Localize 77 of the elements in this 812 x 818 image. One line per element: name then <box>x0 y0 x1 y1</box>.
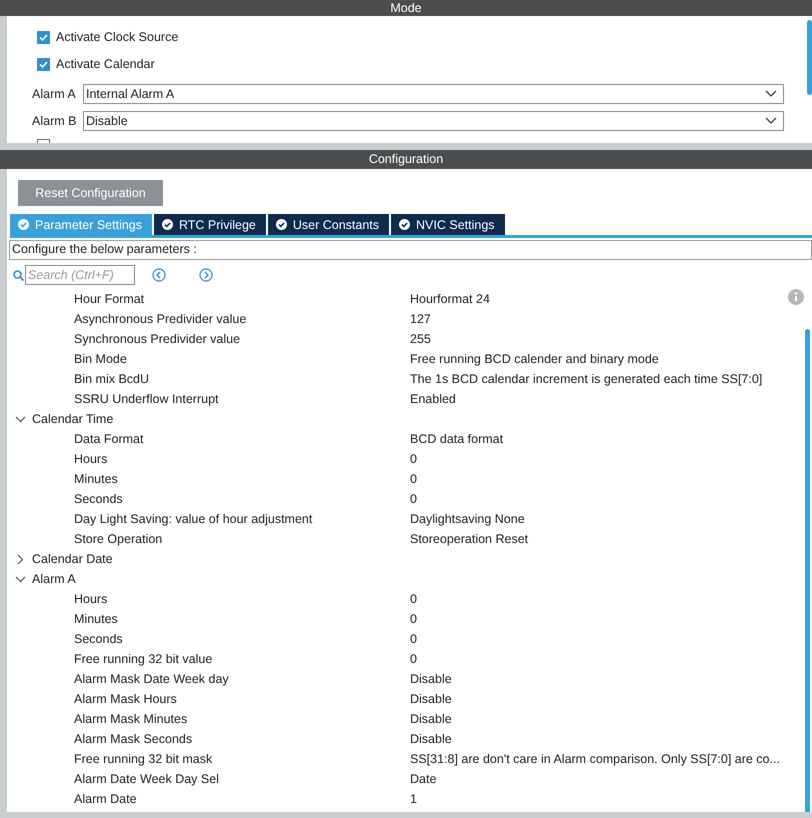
parameter-name: Alarm Mask Seconds <box>73 732 194 746</box>
tab[interactable]: RTC Privilege <box>154 214 266 235</box>
group-label[interactable]: Alarm A <box>32 572 76 586</box>
parameter-value[interactable]: 0 <box>410 632 417 646</box>
checkbox-label: Activate Calendar <box>56 57 155 71</box>
scrollbar-thumb[interactable] <box>807 20 812 95</box>
tab[interactable]: User Constants <box>268 214 390 235</box>
parameter-value[interactable]: SS[31:8] are don't care in Alarm comparison. Only SS[7:0] are co... <box>410 752 780 766</box>
parameter-value[interactable]: 0 <box>410 492 417 506</box>
field-label: Alarm B <box>32 114 78 128</box>
parameter-name: SSRU Underflow Interrupt <box>73 392 220 406</box>
parameter-name: Minutes <box>73 472 119 486</box>
parameter-value[interactable]: Enabled <box>410 392 456 406</box>
chevron-down-icon <box>765 117 777 125</box>
checkbox[interactable] <box>37 58 50 70</box>
parameter-value[interactable]: 255 <box>410 332 431 346</box>
check-circle-icon <box>18 219 29 230</box>
parameter-name: Hour Format <box>73 292 146 306</box>
parameter-name: Alarm Date Week Day Sel <box>73 772 220 786</box>
chevron-down-icon <box>765 90 777 98</box>
search-field[interactable]: Search (Ctrl+F) <box>25 265 135 285</box>
parameter-name: Alarm Mask Minutes <box>73 712 188 726</box>
parameter-value[interactable]: BCD data format <box>410 432 504 446</box>
parameter-value[interactable]: 0 <box>410 612 417 626</box>
parameter-value[interactable]: Free running BCD calender and binary mode <box>410 352 659 366</box>
parameter-value[interactable]: Disable <box>410 732 452 746</box>
parameter-value[interactable]: Disable <box>410 672 452 686</box>
parameter-value[interactable]: 0 <box>410 652 417 666</box>
chevron-down-icon[interactable] <box>15 576 26 582</box>
parameter-name: Seconds <box>73 492 124 506</box>
parameter-value[interactable]: 0 <box>410 452 417 466</box>
parameter-name: Day Light Saving: value of hour adjustment <box>73 512 314 526</box>
parameter-value[interactable]: 0 <box>410 592 417 606</box>
chevron-right-icon[interactable] <box>15 554 26 564</box>
search-icon <box>13 270 24 280</box>
parameter-name: Synchronous Predivider value <box>73 332 242 346</box>
parameter-name: Hours <box>73 452 108 466</box>
parameter-value[interactable]: Daylightsaving None <box>410 512 525 526</box>
parameter-name: Free running 32 bit value <box>73 652 214 666</box>
parameter-name: Seconds <box>73 632 124 646</box>
check-circle-icon <box>399 219 410 230</box>
mode-header: Mode <box>0 0 812 16</box>
group-label[interactable]: Calendar Date <box>32 552 113 566</box>
parameter-name: Free running 32 bit mask <box>73 752 214 766</box>
tab[interactable]: NVIC Settings <box>391 214 505 235</box>
chevron-down-icon[interactable] <box>15 416 26 422</box>
parameter-value[interactable]: 1 <box>410 792 417 806</box>
instruction-text: Configure the below parameters : <box>9 240 812 260</box>
parameter-name: Store Operation <box>73 532 164 546</box>
parameter-value[interactable]: Storeoperation Reset <box>410 532 528 546</box>
check-circle-icon <box>162 219 173 230</box>
parameter-value[interactable]: Date <box>410 772 436 786</box>
parameter-name: Minutes <box>73 612 119 626</box>
check-circle-icon <box>276 219 287 230</box>
checkbox[interactable] <box>37 30 50 44</box>
parameter-value[interactable]: 127 <box>410 312 431 326</box>
info-icon[interactable] <box>788 289 804 305</box>
dropdown[interactable]: Disable <box>83 111 784 131</box>
scrollbar-thumb[interactable] <box>805 329 810 812</box>
parameter-name: Alarm Mask Hours <box>73 692 178 706</box>
parameter-name: Bin mix BcdU <box>73 372 150 386</box>
parameter-name: Data Format <box>73 432 144 446</box>
parameter-value[interactable]: Disable <box>410 712 452 726</box>
checkbox-label: Activate Clock Source <box>56 30 178 44</box>
parameter-name: Alarm Date <box>73 792 138 806</box>
configuration-header: Configuration <box>0 150 812 169</box>
parameter-name: Bin Mode <box>73 352 128 366</box>
parameter-name: Asynchronous Predivider value <box>73 312 248 326</box>
parameter-value[interactable]: The 1s BCD calendar increment is generated each time SS[7:0] <box>410 372 762 386</box>
parameter-value[interactable]: Hourformat 24 <box>410 292 490 306</box>
parameter-name: Alarm Mask Date Week day <box>73 672 230 686</box>
parameter-value[interactable]: Disable <box>410 692 452 706</box>
parameter-value[interactable]: 0 <box>410 472 417 486</box>
group-label[interactable]: Calendar Time <box>32 412 114 426</box>
dropdown[interactable]: Internal Alarm A <box>83 84 784 104</box>
field-label: Alarm A <box>32 87 77 101</box>
parameter-name: Hours <box>73 592 108 606</box>
